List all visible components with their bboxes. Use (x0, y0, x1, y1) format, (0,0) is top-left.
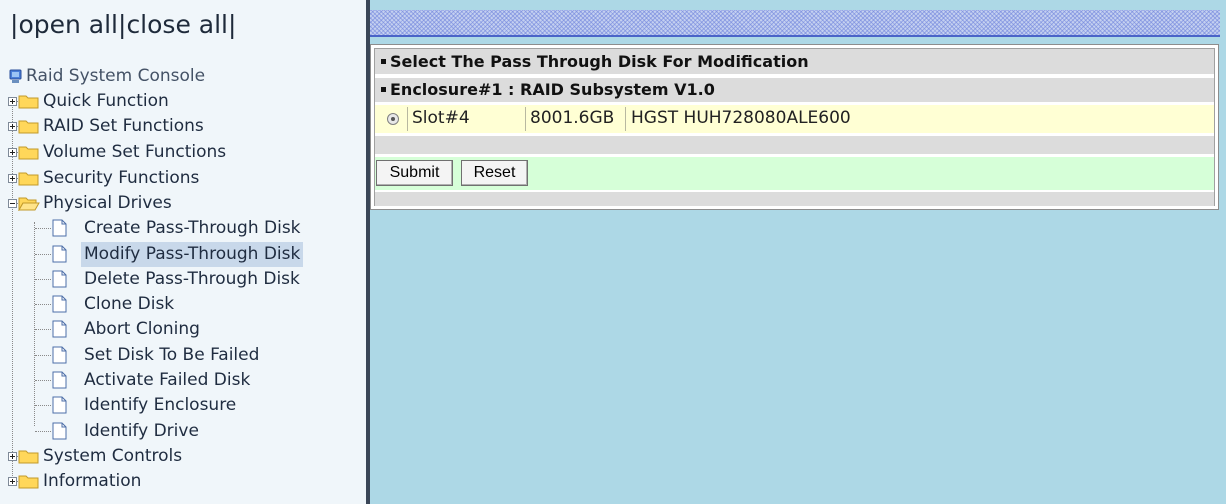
tree-item-label: Volume Set Functions (43, 142, 227, 162)
content-pane: Select The Pass Through Disk For Modific… (370, 0, 1226, 504)
expand-icon[interactable] (8, 477, 17, 486)
document-icon (52, 346, 67, 364)
tree-root-label: Raid System Console (26, 66, 206, 86)
document-icon (52, 295, 67, 313)
button-bar: Submit Reset (375, 157, 1214, 190)
open-all-link[interactable]: open all (18, 10, 118, 39)
drive-model: HGST HUH728080ALE600 (631, 108, 851, 128)
collapse-icon[interactable] (8, 199, 17, 208)
tree-item-label: System Controls (43, 446, 183, 466)
close-all-link[interactable]: close all (126, 10, 228, 39)
tree-item-label: Activate Failed Disk (84, 370, 251, 390)
folder-icon (18, 146, 39, 160)
document-icon (52, 396, 67, 414)
bullet-icon (381, 59, 386, 64)
reset-button[interactable]: Reset (461, 160, 528, 186)
drive-slot: Slot#4 (412, 108, 470, 128)
tree-item-label: Information (43, 471, 142, 491)
spacer-row (375, 136, 1214, 154)
open-folder-icon (18, 197, 40, 211)
tree-item-label: RAID Set Functions (43, 116, 204, 136)
tree-item-label: Delete Pass-Through Disk (84, 269, 300, 289)
navigation-pane: |open all|close all| Raid System Console… (0, 0, 366, 504)
folder-icon (18, 475, 39, 489)
folder-icon (18, 172, 39, 186)
folder-icon (18, 95, 39, 109)
section-header: Select The Pass Through Disk For Modific… (375, 49, 1214, 74)
submit-button[interactable]: Submit (376, 160, 453, 186)
tree-item-label: Security Functions (43, 168, 200, 188)
drive-select-radio[interactable] (387, 113, 399, 125)
tree-connector (34, 222, 35, 426)
enclosure-header: Enclosure#1 : RAID Subsystem V1.0 (375, 78, 1214, 102)
tree-item-label: Identify Enclosure (84, 395, 237, 415)
tree-item-label: Physical Drives (43, 193, 172, 213)
expand-icon[interactable] (8, 122, 17, 131)
expand-icon[interactable] (8, 148, 17, 157)
tree-item-label: Identify Drive (84, 421, 199, 441)
document-icon (52, 270, 67, 288)
document-icon (52, 219, 67, 237)
tree-item-label: Create Pass-Through Disk (84, 218, 301, 238)
footer-row (375, 192, 1214, 206)
expand-icon[interactable] (8, 174, 17, 183)
modify-pass-through-form: Select The Pass Through Disk For Modific… (370, 44, 1219, 210)
tree-item-label: Set Disk To Be Failed (84, 345, 260, 365)
drive-row[interactable]: Slot#4 8001.6GB HGST HUH728080ALE600 (375, 105, 1214, 133)
section-title: Select The Pass Through Disk For Modific… (390, 52, 809, 71)
open-close-links: |open all|close all| (10, 10, 237, 39)
tree-item-label: Clone Disk (84, 294, 175, 314)
enclosure-title: Enclosure#1 : RAID Subsystem V1.0 (390, 80, 715, 99)
header-banner (370, 10, 1220, 37)
tree-item-label: Abort Cloning (84, 319, 200, 339)
tree-item-label-selected: Modify Pass-Through Disk (81, 242, 304, 267)
document-icon (52, 371, 67, 389)
folder-icon (18, 120, 39, 134)
folder-icon (18, 450, 39, 464)
enclosure-header-wrap: Enclosure#1 : RAID Subsystem V1.0 (375, 78, 1214, 102)
document-icon (52, 320, 67, 338)
bullet-icon (381, 87, 386, 92)
document-icon (52, 422, 67, 440)
expand-icon[interactable] (8, 452, 17, 461)
drive-capacity: 8001.6GB (530, 108, 615, 128)
console-icon (9, 69, 22, 83)
expand-icon[interactable] (8, 97, 17, 106)
document-icon (52, 245, 67, 263)
tree-item-label: Quick Function (43, 91, 169, 111)
